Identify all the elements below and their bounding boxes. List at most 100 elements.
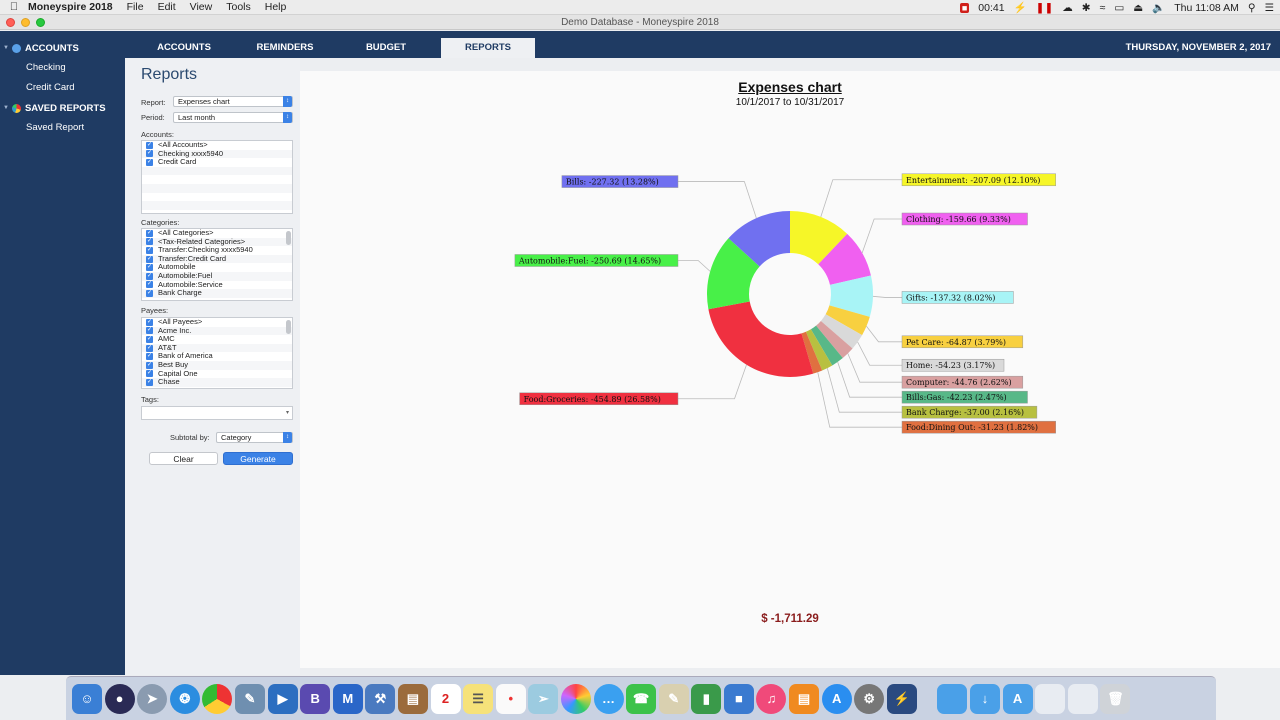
- saved-reports-section-header[interactable]: ▼ SAVED REPORTS: [0, 98, 125, 118]
- sidebar-item-credit-card[interactable]: Credit Card: [0, 78, 125, 98]
- volume-icon[interactable]: 🔈: [1152, 1, 1165, 14]
- facetime-icon[interactable]: ☎: [626, 683, 657, 714]
- scrollbar[interactable]: [286, 231, 291, 245]
- record-icon[interactable]: ■: [959, 2, 970, 13]
- period-select[interactable]: Last month ↕: [173, 112, 293, 123]
- checkbox-icon[interactable]: ✓: [146, 370, 153, 378]
- photos-icon[interactable]: [560, 683, 591, 714]
- apple-icon[interactable]: : [0, 1, 28, 13]
- search-icon[interactable]: ⚲: [1248, 2, 1256, 14]
- checkbox-icon[interactable]: ✓: [146, 378, 153, 386]
- preview-icon[interactable]: ✎: [234, 683, 265, 714]
- launchpad-icon[interactable]: ➤: [137, 683, 168, 714]
- accounts-section-header[interactable]: ▼ ACCOUNTS: [0, 38, 125, 58]
- scrollbar[interactable]: [286, 320, 291, 334]
- checkbox-icon[interactable]: ✓: [146, 344, 153, 352]
- checkbox-icon[interactable]: ✓: [146, 335, 153, 343]
- list-item[interactable]: ✓ Chase: [142, 378, 292, 387]
- trash-icon[interactable]: 🗑: [1100, 683, 1131, 714]
- subtotal-select[interactable]: Category ↕: [216, 432, 293, 443]
- zoom-window-button[interactable]: [36, 18, 45, 27]
- close-window-button[interactable]: [6, 18, 15, 27]
- siri-icon[interactable]: ●: [104, 683, 135, 714]
- menu-tools[interactable]: Tools: [226, 1, 251, 13]
- checkbox-icon[interactable]: ✓: [146, 238, 153, 246]
- numbers-icon[interactable]: ▮: [691, 683, 722, 714]
- sidebar-item-checking[interactable]: Checking: [0, 58, 125, 78]
- tags-input[interactable]: ▾: [141, 406, 293, 420]
- maps-icon[interactable]: ➢: [528, 683, 559, 714]
- xcode-icon[interactable]: ⚒: [365, 683, 396, 714]
- menu-help[interactable]: Help: [265, 1, 287, 13]
- screenshot-stack-icon[interactable]: [1067, 683, 1098, 714]
- books-icon[interactable]: ▤: [789, 683, 820, 714]
- document-stack-icon[interactable]: [1035, 683, 1066, 714]
- menu-file[interactable]: File: [127, 1, 144, 13]
- checkbox-icon[interactable]: ✓: [146, 327, 153, 335]
- bolt-icon[interactable]: ⚡: [1014, 1, 1027, 14]
- accounts-list[interactable]: ✓ <All Accounts> ✓ Checking xxxx5940 ✓ Cred…: [141, 140, 293, 214]
- tab-reports[interactable]: REPORTS: [441, 38, 535, 58]
- keynote-icon[interactable]: ■: [723, 683, 754, 714]
- airplay-icon[interactable]: ▭: [1114, 2, 1124, 14]
- notebook-icon[interactable]: ▤: [397, 683, 428, 714]
- bluetooth-icon[interactable]: ✱: [1082, 2, 1091, 14]
- checkbox-icon[interactable]: ✓: [146, 264, 153, 272]
- notes-icon[interactable]: ☰: [463, 683, 494, 714]
- finder-icon[interactable]: ☺: [72, 683, 102, 714]
- cloud-icon[interactable]: ☁: [1062, 2, 1073, 14]
- menu-edit[interactable]: Edit: [158, 1, 176, 13]
- payees-list[interactable]: ✓ <All Payees> ✓ Acme Inc. ✓ AMC ✓ AT&T ✓ Ban…: [141, 317, 293, 389]
- checkbox-icon[interactable]: ✓: [146, 150, 153, 158]
- safari-icon[interactable]: ❂: [169, 683, 200, 714]
- checkbox-icon[interactable]: ✓: [146, 361, 153, 369]
- checkbox-icon[interactable]: ✓: [146, 289, 153, 297]
- checkbox-icon[interactable]: ✓: [146, 272, 153, 280]
- app-menu[interactable]: Moneyspire 2018: [28, 1, 113, 13]
- checkbox-icon[interactable]: ✓: [146, 229, 153, 237]
- checkbox-icon[interactable]: ✓: [146, 158, 153, 166]
- minimize-window-button[interactable]: [21, 18, 30, 27]
- eject-icon[interactable]: ⏏: [1133, 2, 1143, 14]
- list-item[interactable]: ✓ Bank Charge: [142, 289, 292, 298]
- sidebar-item-saved-report[interactable]: Saved Report: [0, 118, 125, 138]
- checkbox-icon[interactable]: ✓: [146, 141, 153, 149]
- tab-accounts[interactable]: ACCOUNTS: [140, 38, 228, 58]
- downloads-folder-icon[interactable]: ↓: [970, 683, 1001, 714]
- chevron-down-icon[interactable]: ▾: [286, 409, 289, 416]
- applications-folder-icon[interactable]: A: [1002, 683, 1033, 714]
- clock[interactable]: Thu 11:08 AM: [1174, 2, 1239, 14]
- checkbox-icon[interactable]: ✓: [146, 353, 153, 361]
- moneyspire-icon[interactable]: M: [332, 683, 363, 714]
- app-store-icon[interactable]: A: [821, 683, 852, 714]
- pause-icon[interactable]: ❚❚: [1036, 2, 1054, 14]
- calendar-icon[interactable]: 2: [430, 683, 461, 714]
- checkbox-icon[interactable]: ✓: [146, 281, 153, 289]
- folder-icon[interactable]: [937, 683, 968, 714]
- checkbox-icon[interactable]: ✓: [146, 255, 153, 263]
- generate-button[interactable]: Generate: [223, 452, 293, 465]
- report-select[interactable]: Expenses chart ↕: [173, 96, 293, 107]
- disclosure-icon[interactable]: ▼: [3, 105, 9, 111]
- system-preferences-icon[interactable]: ⚙: [854, 683, 885, 714]
- tab-budget[interactable]: BUDGET: [342, 38, 430, 58]
- categories-list[interactable]: ✓ <All Categories> ✓ <Tax-Related Categori…: [141, 228, 293, 301]
- clear-button[interactable]: Clear: [149, 452, 218, 465]
- chrome-icon[interactable]: [202, 683, 233, 714]
- network-radar-icon[interactable]: ⚡: [886, 683, 917, 714]
- pages-icon[interactable]: ✎: [658, 683, 689, 714]
- music-icon[interactable]: ♫: [756, 683, 787, 714]
- wifi-icon[interactable]: ≈: [1100, 2, 1106, 14]
- checkbox-icon[interactable]: ✓: [146, 318, 153, 326]
- reminders-icon[interactable]: •: [495, 683, 526, 714]
- messages-icon[interactable]: …: [593, 683, 624, 714]
- tab-reminders[interactable]: REMINDERS: [241, 38, 329, 58]
- slice-label: Automobile:Fuel: -250.69 (14.65%): [518, 256, 661, 265]
- checkbox-icon[interactable]: ✓: [146, 246, 153, 254]
- disclosure-icon[interactable]: ▼: [3, 45, 9, 51]
- list-icon[interactable]: ☰: [1265, 2, 1274, 14]
- bbedit-icon[interactable]: B: [300, 683, 331, 714]
- menu-view[interactable]: View: [190, 1, 213, 13]
- screenflow-icon[interactable]: ▶: [267, 683, 298, 714]
- list-item[interactable]: ✓ Credit Card: [142, 158, 292, 167]
